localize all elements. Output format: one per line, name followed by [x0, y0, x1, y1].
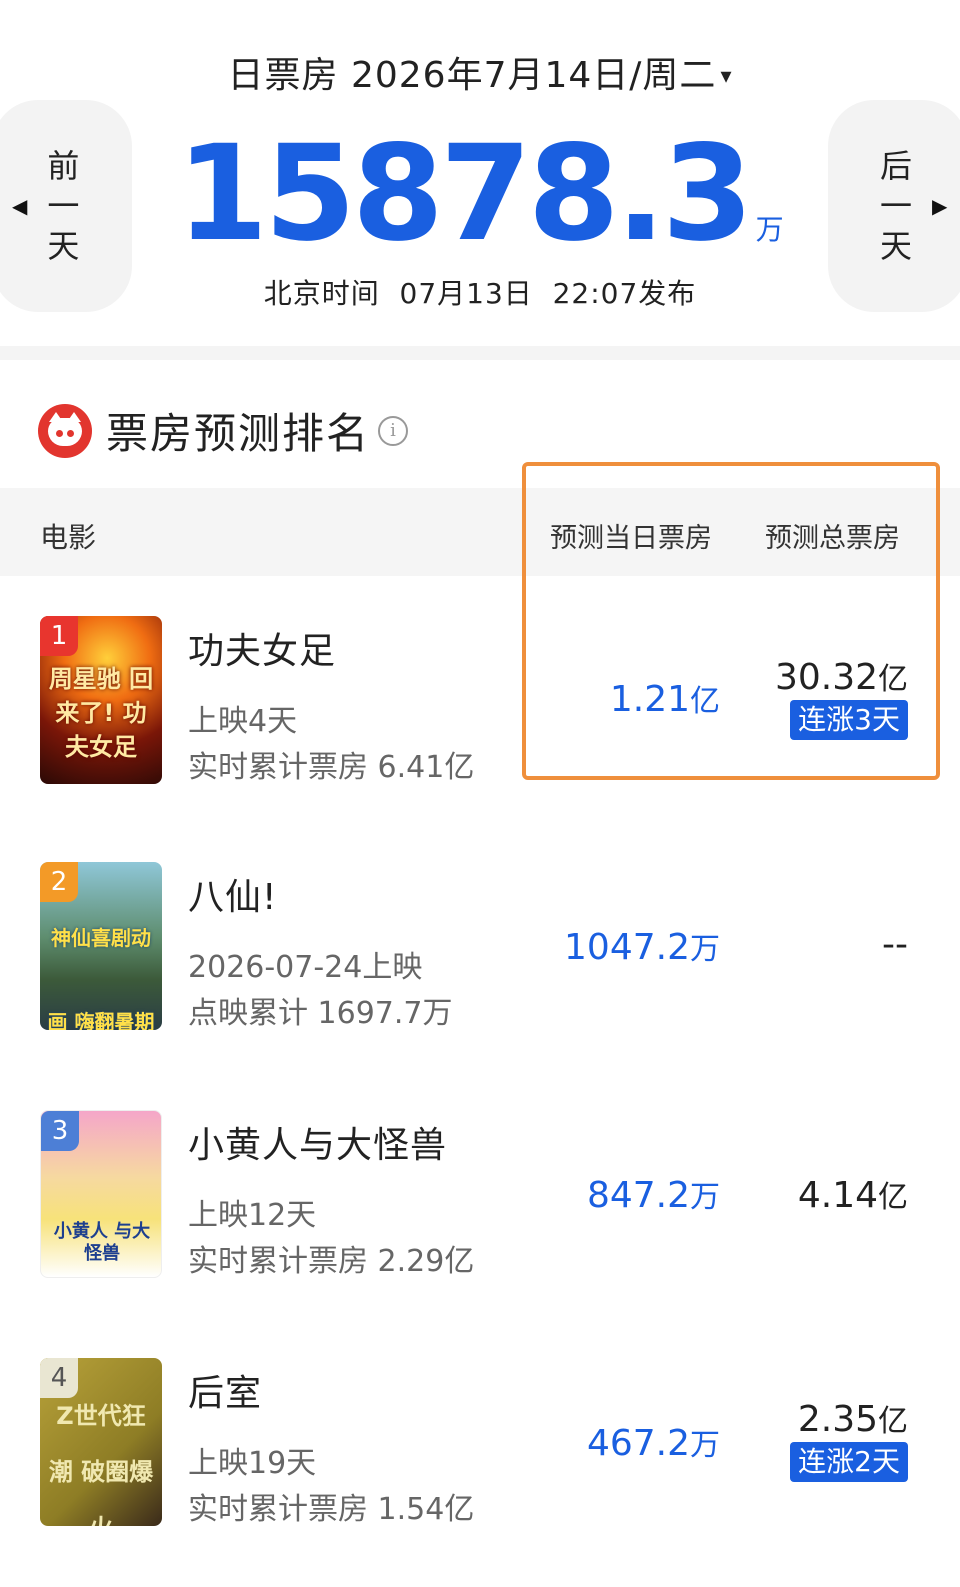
- movie-name: 八仙!: [188, 877, 278, 918]
- table-row[interactable]: 周星驰 回来了! 功夫女足 1 功夫女足 上映4天 实时累计票房 6.41亿 1…: [0, 616, 960, 796]
- release-info: 上映12天: [188, 1198, 317, 1233]
- movie-name: 小黄人与大怪兽: [188, 1125, 448, 1166]
- movie-poster: 小黄人 与大怪兽 3: [40, 1110, 162, 1278]
- cumulative-box-office: 实时累计票房 1.54亿: [188, 1492, 475, 1527]
- info-icon[interactable]: i: [378, 415, 409, 446]
- publish-time: 北京时间 07月13日 22:07发布: [263, 277, 697, 310]
- column-movie: 电影: [40, 521, 97, 554]
- ranking-title: 票房预测排名 i: [38, 400, 409, 461]
- column-predicted-day: 预测当日票房: [550, 523, 712, 554]
- predicted-total-value: 4.14亿: [797, 1175, 908, 1216]
- date-selector[interactable]: 日票房 2026年7月14日/周二 ▾: [0, 46, 960, 98]
- rising-streak-badge: 连涨3天: [790, 700, 908, 740]
- ranking-title-text: 票房预测排名: [106, 409, 371, 458]
- section-divider: [0, 346, 960, 360]
- table-header: 电影 预测当日票房 预测总票房: [0, 488, 960, 576]
- date-prefix: 日票房: [227, 55, 339, 96]
- movie-poster: Z世代狂潮 破圈爆火 4: [40, 1358, 162, 1526]
- movie-poster: 周星驰 回来了! 功夫女足 1: [40, 616, 162, 784]
- cumulative-box-office: 实时累计票房 2.29亿: [188, 1244, 475, 1279]
- predicted-day-value: 847.2万: [586, 1175, 720, 1216]
- predicted-total-value: 2.35亿: [797, 1399, 908, 1440]
- movie-name: 功夫女足: [188, 631, 337, 672]
- daily-total-box-office: 15878.3 万: [0, 128, 960, 260]
- chevron-down-icon: ▾: [720, 64, 733, 89]
- rank-badge: 3: [41, 1111, 79, 1151]
- predicted-total-value: 30.32亿: [774, 657, 908, 698]
- release-info: 上映4天: [188, 704, 298, 739]
- date-value: 2026年7月14日/周二: [350, 55, 717, 96]
- table-row[interactable]: 神仙喜剧动画 嗨翻暑期 2 八仙! 2026-07-24上映 点映累计 1697…: [0, 862, 960, 1042]
- poster-text: 小黄人 与大怪兽: [53, 1221, 151, 1264]
- release-info: 2026-07-24上映: [188, 950, 423, 985]
- predicted-day-value: 467.2万: [586, 1423, 720, 1464]
- rank-badge: 2: [40, 862, 78, 902]
- predicted-total-value: --: [882, 924, 908, 965]
- table-row[interactable]: 小黄人 与大怪兽 3 小黄人与大怪兽 上映12天 实时累计票房 2.29亿 84…: [0, 1110, 960, 1290]
- predicted-day-value: 1047.2万: [564, 927, 720, 968]
- poster-text: 神仙喜剧动画 嗨翻暑期: [47, 926, 155, 1030]
- table-row[interactable]: Z世代狂潮 破圈爆火 4 后室 上映19天 实时累计票房 1.54亿 467.2…: [0, 1358, 960, 1538]
- movie-name: 后室: [188, 1373, 263, 1414]
- rank-badge: 4: [40, 1358, 78, 1398]
- rank-badge: 1: [40, 616, 78, 656]
- poster-text: Z世代狂潮 破圈爆火: [48, 1402, 154, 1526]
- maoyan-cat-logo-icon: [38, 403, 92, 458]
- total-unit: 万: [755, 213, 784, 246]
- poster-text: 周星驰 回来了! 功夫女足: [48, 665, 154, 761]
- release-info: 上映19天: [188, 1446, 317, 1481]
- movie-poster: 神仙喜剧动画 嗨翻暑期 2: [40, 862, 162, 1030]
- column-predicted-total: 预测总票房: [765, 523, 900, 554]
- cumulative-box-office: 实时累计票房 6.41亿: [188, 750, 475, 785]
- total-value: 15878.3: [176, 117, 753, 271]
- cumulative-box-office: 点映累计 1697.7万: [188, 996, 453, 1031]
- rising-streak-badge: 连涨2天: [790, 1442, 908, 1482]
- predicted-day-value: 1.21亿: [609, 679, 720, 720]
